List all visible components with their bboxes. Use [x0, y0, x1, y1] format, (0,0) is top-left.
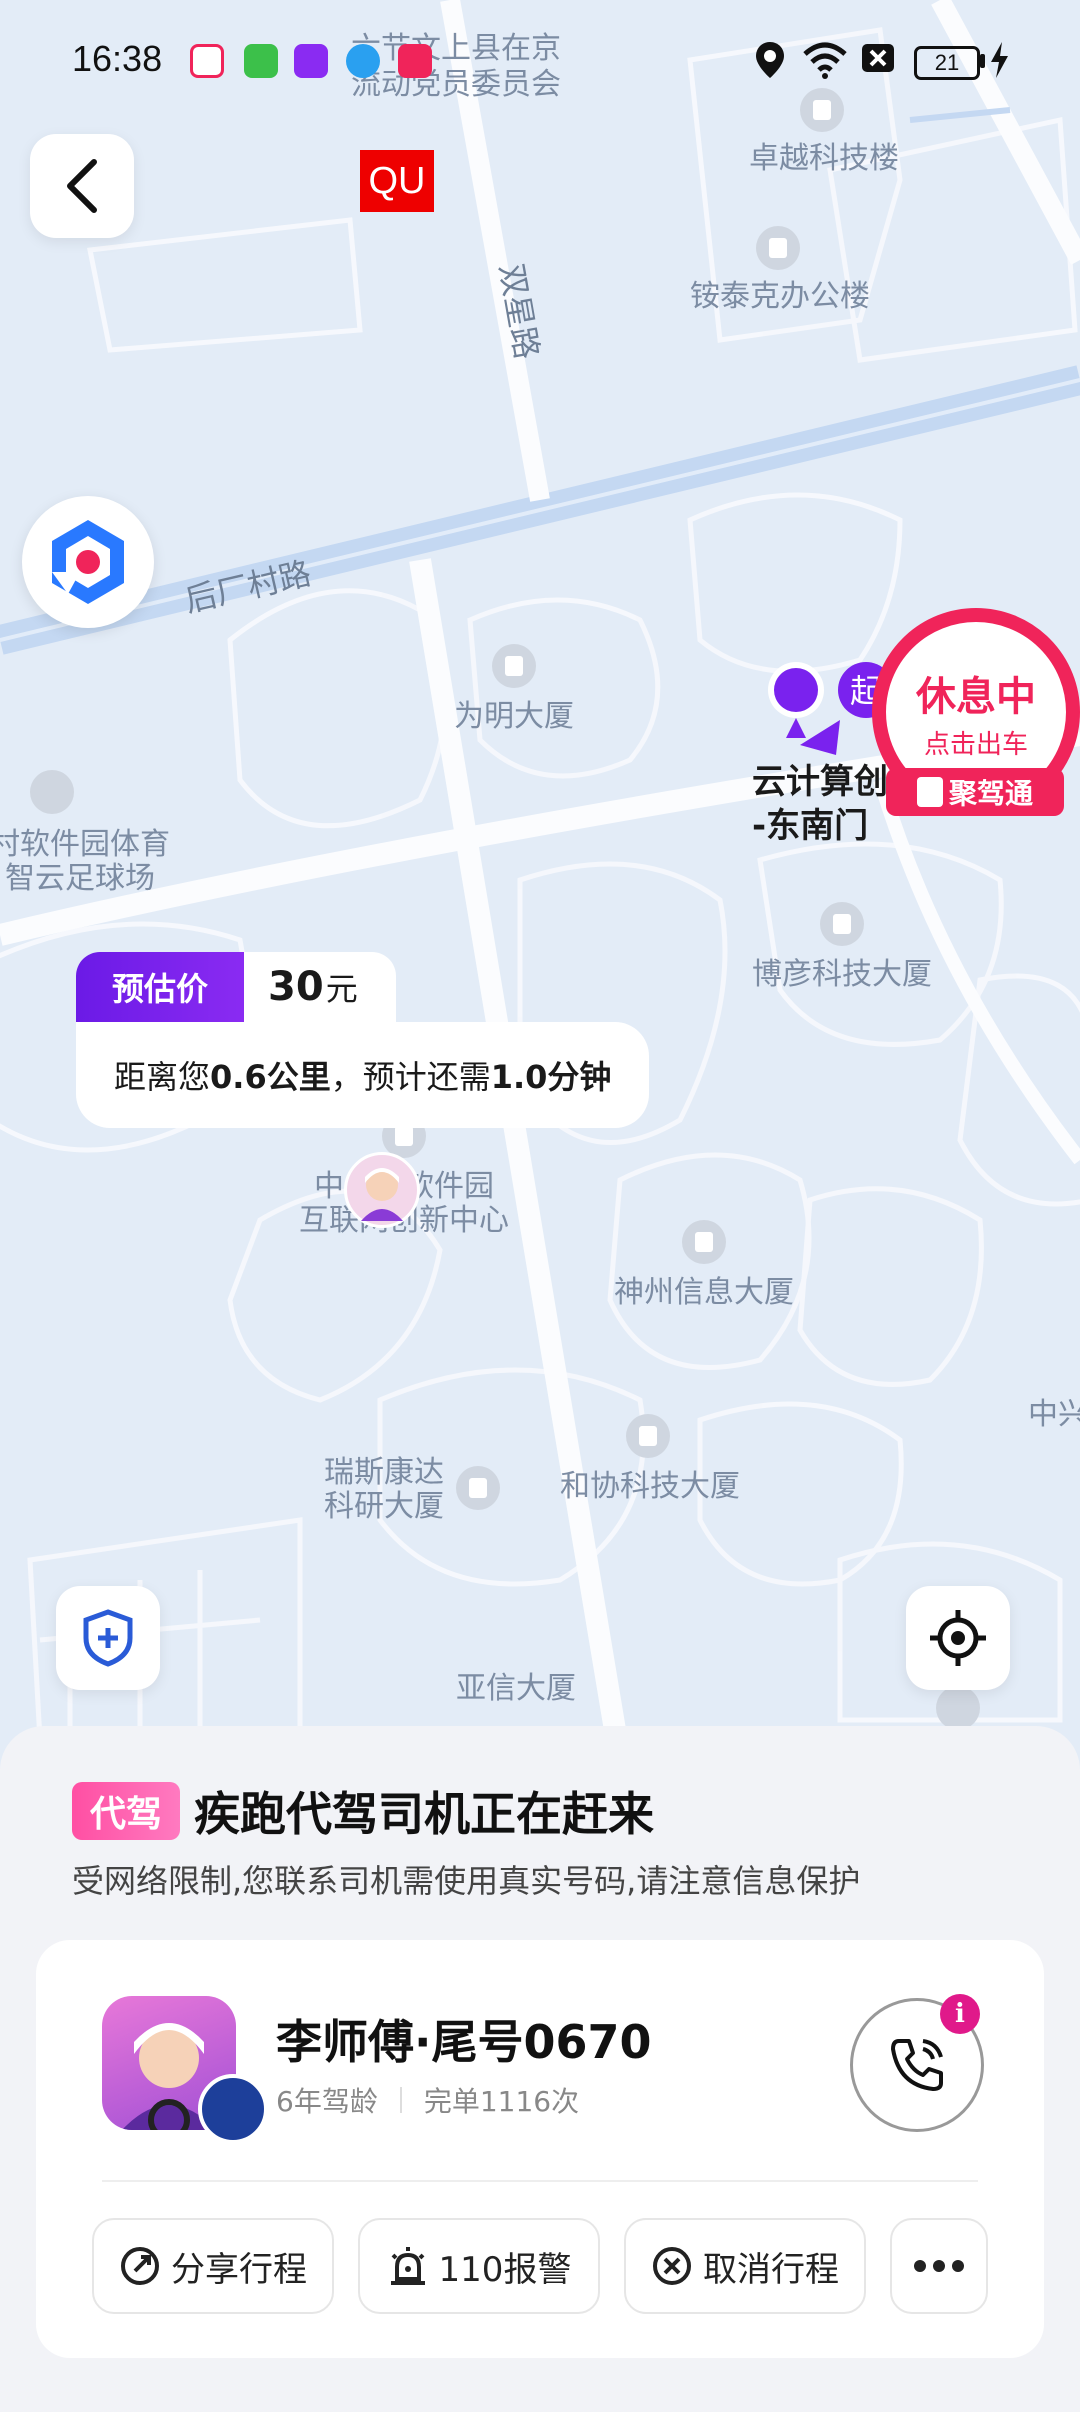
driver-orders: 完单1116次	[423, 2085, 580, 2118]
app-notification-icon	[244, 44, 278, 78]
alarm-icon	[390, 2247, 425, 2285]
driver-avatar-icon	[361, 1168, 403, 1221]
driver-card: 李师傅·尾号0670 6年驾龄 完单1116次 i 分享行程 110报警 取消行…	[36, 1940, 1044, 2358]
more-options-button[interactable]	[890, 2218, 988, 2314]
driver-brand-badge	[198, 2074, 268, 2144]
destination-label: 云计算创 -东南门	[752, 760, 888, 848]
destination-label-line1: 云计算创	[752, 762, 888, 802]
app-logo-button[interactable]	[22, 496, 154, 628]
rest-status-badge[interactable]: 休息中 点击出车 聚驾通	[872, 608, 1080, 816]
price-value-box: 30 元	[244, 952, 396, 1022]
meta-divider	[399, 2087, 402, 2113]
rest-badge-title: 休息中	[916, 673, 1036, 720]
back-button[interactable]	[30, 134, 134, 238]
service-tag: 代驾	[72, 1782, 181, 1840]
app-notification-icon	[398, 44, 432, 78]
map-label-zhuoyue: 卓越科技楼	[749, 141, 899, 176]
map-label-zhongxing: 中兴	[1028, 1397, 1080, 1432]
qu-badge-text: QU	[368, 159, 426, 202]
sheet-title: 疾跑代驾司机正在赶来	[194, 1787, 655, 1841]
card-divider	[102, 2180, 978, 2182]
more-dots-icon	[914, 2260, 964, 2272]
qu-badge: QU	[360, 150, 434, 212]
share-trip-label: 分享行程	[171, 2249, 307, 2290]
rest-badge-subtitle: 点击出车	[923, 729, 1028, 760]
rest-badge-brand: 聚驾通	[886, 768, 1064, 816]
sheet-title-row: 代驾 疾跑代驾司机正在赶来	[72, 1778, 654, 1844]
map-label-weiming: 为明大厦	[454, 699, 574, 734]
rest-badge-brand-text: 聚驾通	[948, 777, 1033, 810]
price-value: 30	[268, 964, 324, 1010]
cancel-trip-label: 取消行程	[703, 2249, 839, 2290]
eta-time: 1.0分钟	[490, 1058, 612, 1096]
eta-text: 距离您 0.6公里 ，预计还需 1.0分钟	[76, 1022, 650, 1128]
wifi-icon	[803, 42, 847, 79]
privacy-note: 受网络限制,您联系司机需使用真实号码,请注意信息保护	[72, 1862, 861, 1900]
map-label-hexie: 和协科技大厦	[560, 1469, 740, 1504]
cancel-trip-button[interactable]: 取消行程	[624, 2218, 866, 2314]
call-info-badge[interactable]: i	[940, 1994, 980, 2034]
app-notification-icon	[346, 44, 380, 78]
cancel-circle-icon	[653, 2247, 691, 2285]
safety-shield-button[interactable]	[56, 1586, 160, 1690]
price-tag: 预估价	[76, 952, 245, 1022]
police-110-label: 110报警	[438, 2249, 572, 2290]
map-label-yaxin: 亚信大厦	[456, 1671, 576, 1706]
eta-text-a: 距离您	[114, 1058, 211, 1096]
locate-icon	[930, 1610, 986, 1666]
battery-cap	[980, 54, 985, 68]
driver-location-marker	[344, 1152, 420, 1228]
map-label-stadium-2: 智云足球场	[5, 861, 155, 896]
driver-meta: 6年驾龄 完单1116次	[276, 2080, 579, 2120]
map-label-shenzhou: 神州信息大厦	[614, 1275, 794, 1310]
trip-bottom-sheet: 代驾 疾跑代驾司机正在赶来 受网络限制,您联系司机需使用真实号码,请注意信息保护…	[0, 1726, 1080, 2412]
destination-marker	[774, 668, 818, 712]
driver-name: 李师傅·尾号0670	[276, 2015, 652, 2069]
estimated-price-card: 预估价 30 元 距离您 0.6公里 ，预计还需 1.0分钟	[76, 952, 650, 1128]
price-unit: 元	[325, 970, 358, 1008]
shield-plus-icon	[83, 1609, 133, 1667]
driver-years: 6年驾龄	[276, 2085, 378, 2118]
map-label-ruisi-2: 科研大厦	[324, 1489, 444, 1524]
map-label-boyan: 博彦科技大厦	[752, 957, 932, 992]
chevron-left-icon	[67, 159, 97, 213]
app-notification-icon	[294, 44, 328, 78]
status-bar: 16:38 21	[0, 0, 1080, 120]
share-icon	[121, 2247, 159, 2285]
map-label-stadium-1: 村软件园体育	[0, 827, 170, 862]
police-110-button[interactable]: 110报警	[358, 2218, 600, 2314]
map-view[interactable]: 六节文上县在京 流动党员委员会 卓越科技楼 铵泰克办公楼 为明大厦 村软件园体育…	[0, 0, 1080, 1760]
location-icon	[756, 42, 784, 78]
app-notification-icon	[190, 44, 224, 78]
eta-text-b: ，预计还需	[330, 1058, 491, 1096]
brand-logo-icon	[52, 520, 124, 604]
status-time: 16:38	[72, 38, 163, 79]
eta-distance: 0.6公里	[210, 1058, 331, 1096]
locate-me-button[interactable]	[906, 1586, 1010, 1690]
destination-label-line2: -东南门	[752, 806, 869, 846]
no-sim-icon	[862, 44, 894, 72]
map-label-ruisi-1: 瑞斯康达	[324, 1455, 444, 1490]
share-trip-button[interactable]: 分享行程	[92, 2218, 334, 2314]
phone-icon	[891, 2039, 943, 2091]
map-label-antaike: 铵泰克办公楼	[690, 279, 870, 314]
battery-level: 21	[934, 50, 960, 75]
brand-mark-icon	[916, 777, 943, 807]
charging-icon	[991, 42, 1008, 78]
battery-icon: 21	[914, 46, 980, 80]
